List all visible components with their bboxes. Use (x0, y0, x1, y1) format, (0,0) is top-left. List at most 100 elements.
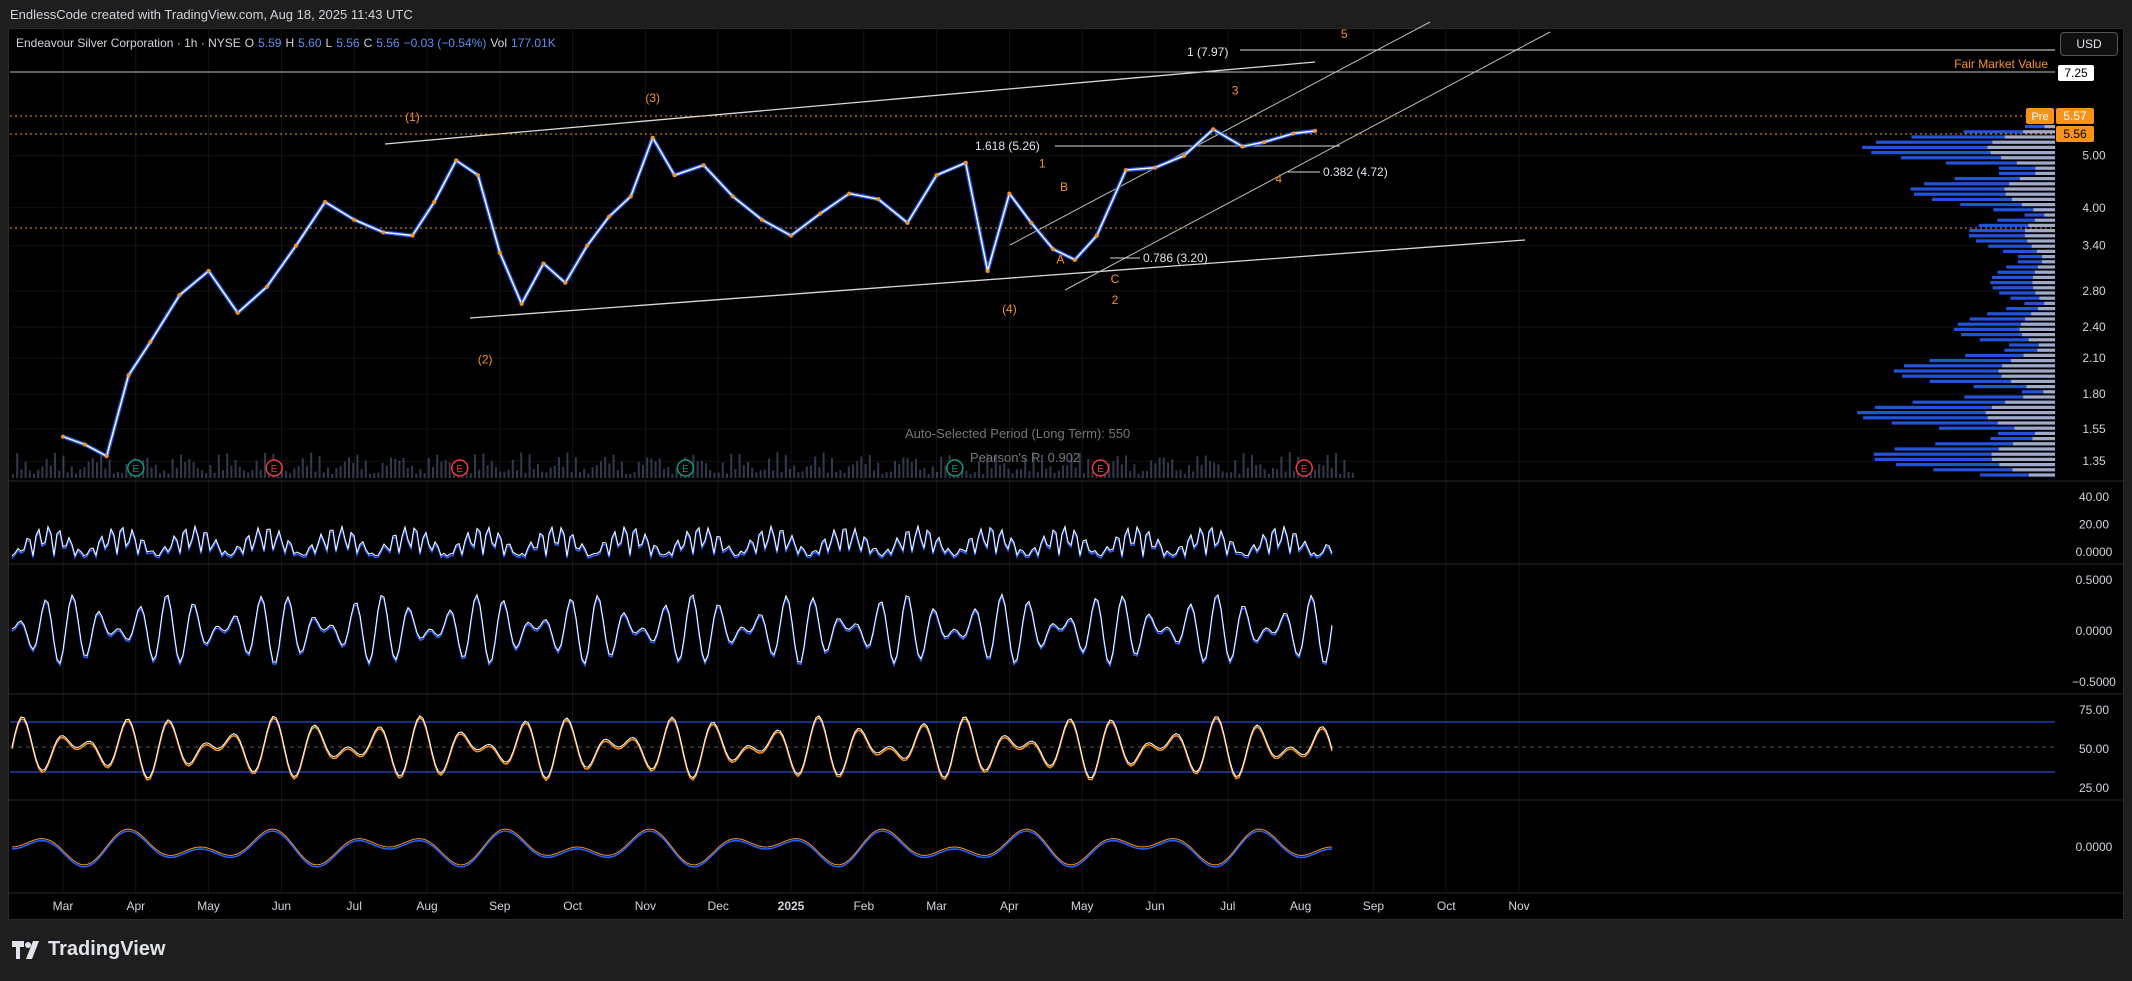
volume-profile-bar-inner (2025, 229, 2055, 233)
volume-bar (843, 472, 846, 478)
volume-profile-bar-inner (2021, 203, 2055, 207)
price-point (381, 230, 386, 235)
volume-bar (1351, 472, 1354, 478)
momentum-panel-tick: 0.0000 (2076, 624, 2113, 638)
volume-bar (205, 473, 208, 478)
volume-bar (335, 468, 338, 478)
price-tick-label: 1.35 (2082, 454, 2106, 468)
volume-bar (83, 467, 86, 478)
volume-profile-bar-inner (2028, 223, 2055, 227)
close-value: 5.56 (376, 36, 400, 50)
volume-bar (608, 463, 611, 478)
volume-profile-bar-inner (1997, 421, 2055, 425)
volume-profile-bar-inner (2037, 307, 2055, 311)
volume-bar (1272, 467, 1274, 478)
price-point (563, 280, 568, 285)
volume-bar (301, 458, 304, 478)
symbol-legend[interactable]: Endeavour Silver Corporation · 1h · NYSE… (16, 36, 556, 50)
volume-bar (1238, 473, 1241, 478)
volume-bar (390, 457, 392, 478)
volume-profile-bar-inner (2014, 426, 2055, 430)
volume-bar (352, 462, 355, 478)
volume-bar (1162, 457, 1165, 478)
volume-bar (587, 473, 590, 478)
volume-bar (1137, 473, 1140, 478)
price-point (1123, 168, 1128, 173)
volume-bar (436, 454, 439, 478)
volume-bar (902, 457, 905, 478)
volume-bar (1078, 452, 1081, 478)
volume-bar (885, 472, 888, 478)
volume-bar (969, 473, 972, 478)
volume-bar (188, 459, 191, 478)
price-point (759, 217, 764, 222)
tradingview-logo[interactable]: TradingView (12, 938, 165, 961)
volume-bar (986, 453, 989, 478)
volume-bar (1003, 463, 1006, 478)
time-axis-label: Oct (563, 899, 582, 913)
volume-bar (570, 472, 573, 478)
price-point (475, 173, 480, 178)
price-point (672, 173, 677, 178)
volume-bar (125, 463, 128, 478)
volume-bar (1209, 460, 1211, 478)
volume-bar (381, 462, 384, 478)
time-axis-label: Sep (1363, 899, 1385, 913)
volume-bar (104, 468, 107, 478)
volume-bar (1326, 455, 1329, 478)
volume-profile-bar-inner (2012, 468, 2055, 472)
volume-profile-bar-inner (2031, 244, 2055, 248)
volume-bar (469, 473, 472, 478)
volume-profile-bar-inner (1987, 145, 2055, 149)
volume-bar (423, 472, 426, 478)
volume-bar (780, 472, 783, 478)
wave-label: (4) (1002, 302, 1017, 316)
volume-profile-bar-inner (2013, 442, 2055, 446)
price-point (293, 243, 298, 248)
volume-bar (1204, 455, 1207, 478)
volume-bar (70, 466, 73, 478)
volume-bar (1066, 465, 1069, 478)
price-point (1313, 128, 1318, 133)
price-point (352, 217, 357, 222)
volume-bar (314, 471, 317, 478)
volume-bar (633, 472, 636, 478)
price-point (82, 442, 87, 447)
time-axis-label: Jun (1145, 899, 1164, 913)
volume-bar (490, 461, 493, 478)
volume-bar (818, 467, 821, 478)
time-axis-label: Sep (489, 899, 511, 913)
wave-label: (3) (645, 91, 660, 105)
volume-profile-bar-inner (2028, 473, 2055, 477)
open-label: O (244, 36, 255, 50)
time-axis-label: 2025 (778, 899, 805, 913)
time-axis-label: May (197, 899, 220, 913)
volume-bar (427, 457, 430, 478)
volume-bar (763, 469, 766, 478)
price-point (1240, 144, 1245, 149)
volume-bar (1225, 472, 1228, 478)
volume-bar (28, 470, 31, 478)
volume-bar (297, 465, 300, 478)
volume-bar (772, 470, 775, 478)
volume-bar (524, 472, 527, 478)
pre-label: Pre (2031, 111, 2048, 123)
volume-bar (516, 470, 518, 478)
volume-bar (591, 467, 594, 478)
wave-label: 2 (1112, 293, 1119, 307)
price-tick-label: 1.55 (2082, 422, 2106, 436)
price-point (454, 158, 459, 163)
volume-bar (62, 455, 65, 478)
volume-profile-bar-inner (2044, 125, 2055, 129)
currency-button[interactable]: USD (2060, 32, 2118, 56)
momentum-panel-series-a (11, 592, 1333, 665)
volume-bar (978, 461, 980, 478)
volume-bar (419, 469, 422, 478)
low-value: 5.56 (336, 36, 360, 50)
volume-bar (940, 456, 943, 478)
volume-profile-bar-inner (2023, 395, 2055, 399)
volume-profile-bar-inner (2001, 156, 2055, 160)
chart-canvas[interactable]: 5.00 4.00 3.40 2.80 2.40 2.10 1.80 1.55 1.35 (1) (… (0, 0, 2132, 920)
volume-profile-bar-inner (2033, 286, 2055, 290)
symbol-name[interactable]: Endeavour Silver Corporation · 1h · NYSE (16, 36, 241, 50)
